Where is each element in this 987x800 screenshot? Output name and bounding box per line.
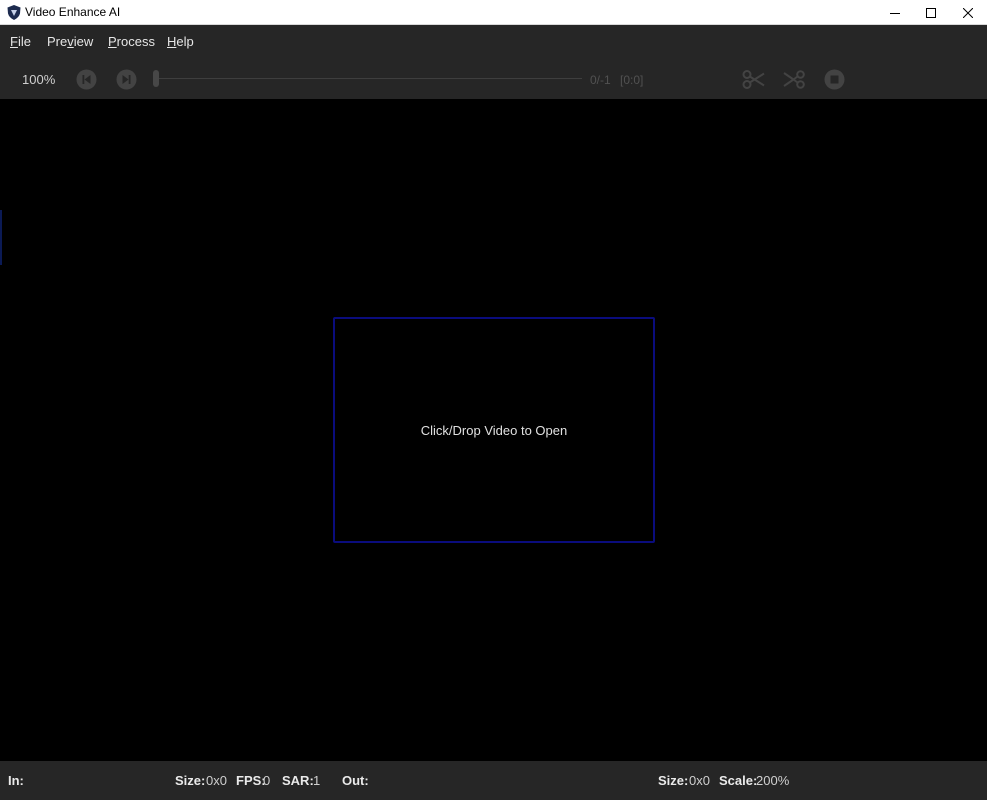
output-size-label: Size:: [658, 773, 689, 788]
scale-value: 200%: [756, 773, 790, 788]
timeline-track[interactable]: [158, 78, 582, 79]
stop-icon[interactable]: [824, 69, 845, 90]
video-drop-zone[interactable]: Click/Drop Video to Open: [333, 317, 655, 543]
drop-zone-label: Click/Drop Video to Open: [420, 423, 568, 438]
menu-preview-label-end: iew: [73, 34, 94, 49]
topaz-shield-icon: [7, 5, 21, 20]
maximize-button[interactable]: [912, 0, 949, 25]
menu-help-label: elp: [176, 34, 194, 49]
menu-process-accel: P: [108, 34, 117, 49]
timeline-handle[interactable]: [153, 70, 159, 87]
minimize-button[interactable]: [876, 0, 913, 25]
menu-file[interactable]: File: [10, 34, 31, 50]
input-label: In:: [8, 773, 24, 788]
maximize-icon: [925, 7, 936, 18]
input-size-label: Size:: [175, 773, 206, 788]
close-icon: [962, 7, 973, 18]
menu-help-accel: H: [167, 34, 177, 49]
menu-preview[interactable]: Preview: [47, 34, 93, 50]
fps-value: 0: [263, 773, 271, 788]
edge-accent: [0, 210, 2, 265]
menu-help[interactable]: Help: [167, 34, 194, 50]
sar-label: SAR:: [282, 773, 314, 788]
playback-toolbar: 100% 0/-1 [0:0]: [0, 59, 987, 99]
skip-forward-icon[interactable]: [116, 69, 137, 90]
zoom-level[interactable]: 100%: [22, 72, 55, 88]
menu-file-accel: F: [10, 34, 18, 49]
output-label: Out:: [342, 773, 369, 788]
menu-bar: File Preview Process Help: [0, 25, 987, 59]
status-bar: In: Size: 0x0 FPS: 0 SAR: 1 Out: Size: 0…: [0, 761, 987, 800]
window-title: Video Enhance AI: [25, 5, 121, 19]
split-icon[interactable]: [783, 69, 806, 90]
output-size-value: 0x0: [689, 773, 710, 788]
skip-back-icon[interactable]: [76, 69, 97, 90]
title-bar: Video Enhance AI: [0, 0, 987, 25]
menu-process-label: rocess: [116, 34, 155, 49]
scissors-icon[interactable]: [742, 69, 765, 90]
menu-preview-label-start: Pre: [47, 34, 68, 49]
frame-range: [0:0]: [620, 73, 644, 87]
close-button[interactable]: [949, 0, 986, 25]
fps-label: FPS:: [236, 773, 266, 788]
minimize-icon: [889, 12, 900, 14]
input-size-value: 0x0: [206, 773, 227, 788]
scale-label: Scale:: [719, 773, 758, 788]
sar-value: 1: [313, 773, 321, 788]
menu-file-label: ile: [17, 34, 31, 49]
frame-counter: 0/-1: [590, 73, 611, 87]
menu-process[interactable]: Process: [108, 34, 155, 50]
